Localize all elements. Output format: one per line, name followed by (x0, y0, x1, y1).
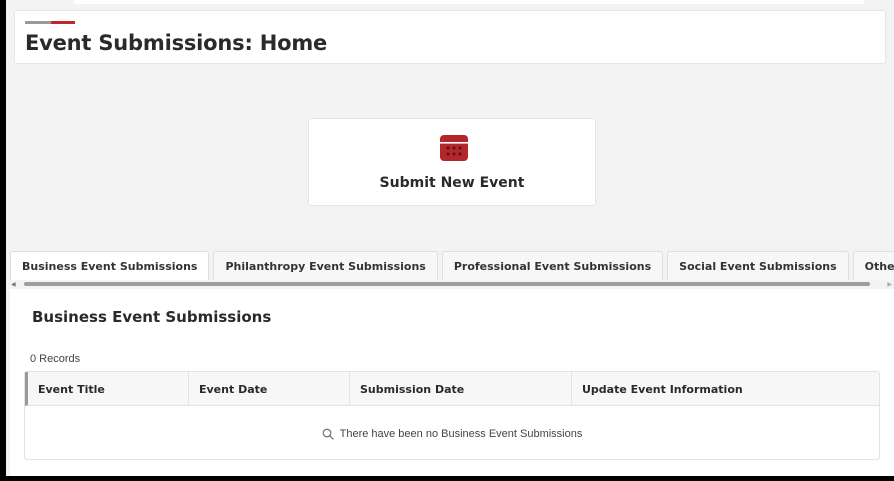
submit-new-event-label: Submit New Event (379, 175, 525, 191)
column-update-event-information[interactable]: Update Event Information (571, 372, 881, 406)
tabs-scrollbar[interactable]: ◀ ▶ (10, 280, 894, 288)
column-event-title[interactable]: Event Title (28, 372, 188, 406)
calendar-icon (440, 135, 468, 161)
submit-new-event-button[interactable]: Submit New Event (308, 118, 596, 206)
panel-title: Business Event Submissions (32, 308, 272, 326)
records-count: 0 Records (30, 353, 81, 365)
column-event-date[interactable]: Event Date (188, 372, 349, 406)
tab-philanthropy[interactable]: Philanthropy Event Submissions (213, 251, 438, 280)
submission-tabs: Business Event Submissions Philanthropy … (10, 251, 894, 281)
page-title: Event Submissions: Home (25, 31, 328, 55)
submissions-table: Event Title Event Date Submission Date U… (24, 371, 880, 460)
tab-business[interactable]: Business Event Submissions (10, 251, 210, 280)
column-submission-date[interactable]: Submission Date (349, 372, 571, 406)
accent-gray (25, 21, 51, 24)
empty-state: There have been no Business Event Submis… (25, 406, 879, 461)
page-header: Event Submissions: Home (14, 10, 886, 64)
scrollbar-thumb[interactable] (24, 282, 870, 286)
top-strip (74, 0, 864, 4)
scroll-left-arrow-icon[interactable]: ◀ (11, 281, 16, 288)
tab-social[interactable]: Social Event Submissions (667, 251, 849, 280)
empty-message: There have been no Business Event Submis… (339, 427, 583, 440)
accent-red (51, 21, 75, 24)
scroll-right-arrow-icon[interactable]: ▶ (887, 281, 892, 288)
business-submissions-panel: Business Event Submissions 0 Records Eve… (10, 289, 894, 476)
tab-professional[interactable]: Professional Event Submissions (441, 251, 664, 280)
search-icon (322, 428, 334, 440)
header-accent-bar (25, 21, 75, 24)
tab-other[interactable]: Other Event Submissions (852, 251, 894, 280)
table-header: Event Title Event Date Submission Date U… (25, 372, 879, 406)
app-frame: Event Submissions: Home Submit New Event… (6, 0, 894, 476)
